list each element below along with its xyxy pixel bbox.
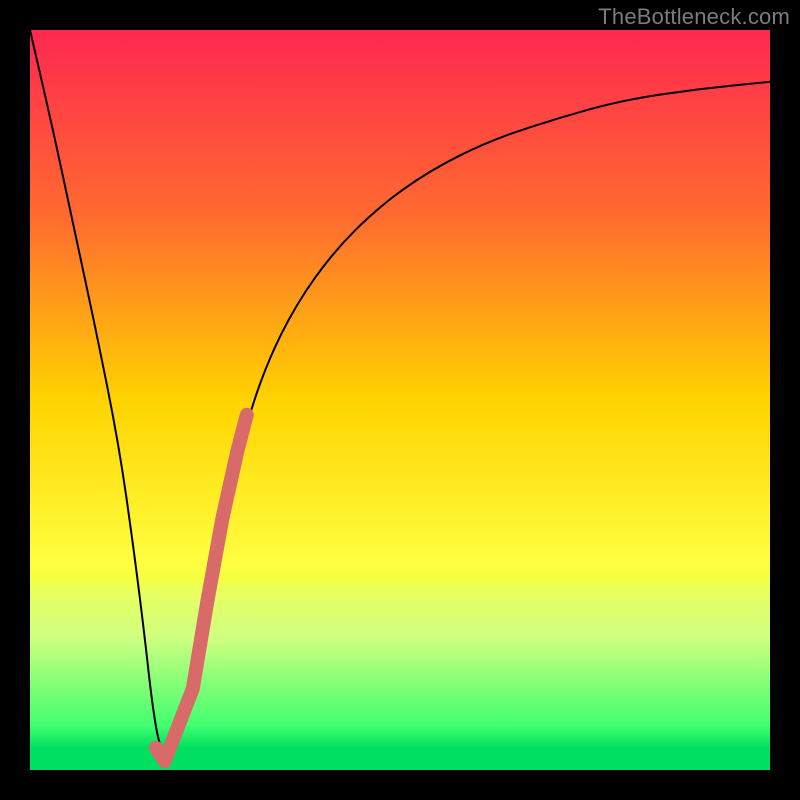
chart-frame: TheBottleneck.com <box>0 0 800 800</box>
gradient-background <box>30 30 770 770</box>
watermark-text: TheBottleneck.com <box>598 4 790 30</box>
plot-svg <box>30 30 770 770</box>
plot-area <box>30 30 770 770</box>
